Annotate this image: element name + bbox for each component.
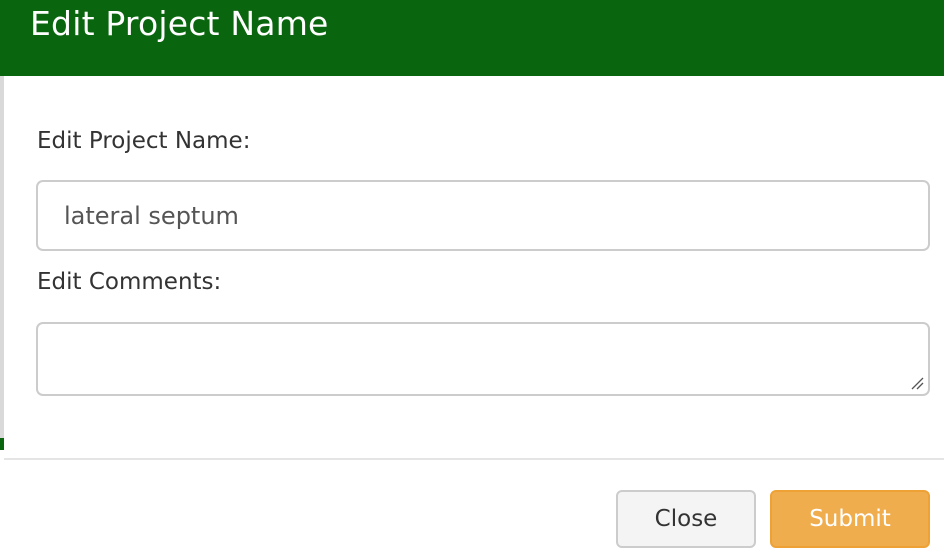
modal-body: Edit Project Name: lateral septum Edit C… (4, 76, 944, 458)
modal-title: Edit Project Name (30, 4, 329, 43)
comments-textarea[interactable] (36, 322, 930, 396)
resize-grip-icon[interactable] (910, 376, 924, 390)
modal-footer: Close Submit (4, 460, 944, 560)
project-name-label: Edit Project Name: (37, 128, 251, 154)
close-button[interactable]: Close (616, 490, 756, 548)
page: Edit Project Name Edit Project Name: lat… (0, 0, 944, 560)
submit-button[interactable]: Submit (770, 490, 930, 548)
project-name-input[interactable]: lateral septum (36, 180, 930, 251)
project-name-input-value: lateral septum (64, 202, 239, 230)
comments-label: Edit Comments: (37, 269, 222, 295)
modal-header: Edit Project Name (4, 0, 944, 76)
